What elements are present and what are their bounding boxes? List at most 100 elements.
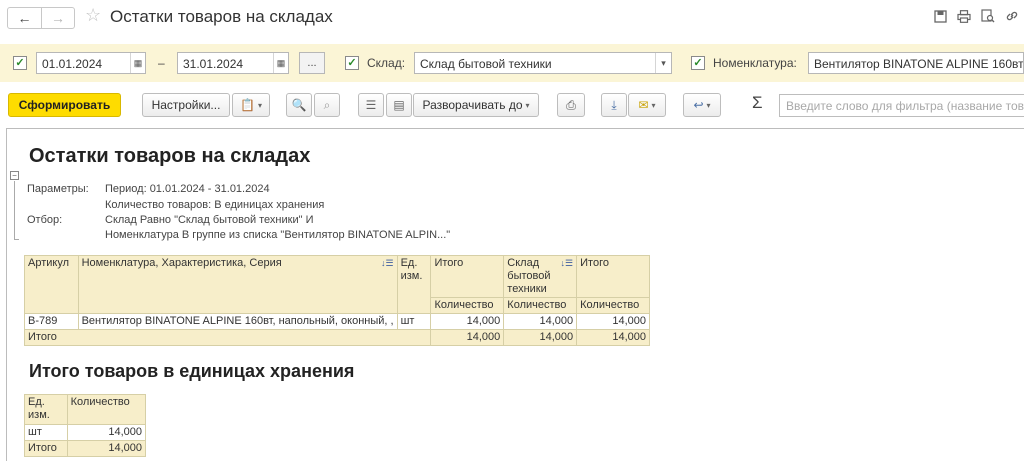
chevron-down-icon: ▾ [651,100,656,110]
undo-icon: ↩ [693,98,704,112]
table-row[interactable]: шт 14,000 [24,424,147,441]
sub-qty-header: Количество [503,297,578,314]
print-icon: ⎙ [566,97,576,112]
forward-arrow-icon[interactable]: → [40,8,74,28]
stock-table: Артикул Номенклатура, Характеристика, Се… [23,255,650,346]
param-period: Период: 01.01.2024 - 31.01.2024 [105,183,270,195]
search-button[interactable]: 🔍 [286,93,312,117]
summary-footer-qty: 14,000 [66,440,147,457]
report-document: − Остатки товаров на складах Параметры: … [6,128,1024,461]
calendar-icon[interactable]: ▦ [273,53,288,73]
cell-article: B-789 [24,313,79,330]
footer-warehouse: 14,000 [503,329,578,346]
print-icon[interactable] [956,8,972,24]
filter-input[interactable]: Введите слово для фильтра (название това… [779,94,1024,117]
calendar-icon[interactable]: ▦ [130,53,145,73]
more-actions-button[interactable]: ↩ ▾ [683,93,721,117]
col-unit-header: Ед. изм. [396,255,432,314]
cell-warehouse: 14,000 [503,313,578,330]
settings-button[interactable]: Настройки... [142,93,230,117]
cell-name: Вентилятор BINATONE ALPINE 160вт, наполь… [77,313,398,330]
clipboard-icon: 📋 [240,98,255,112]
summary-cell-unit: шт [24,424,68,441]
table-footer-row: Итого 14,000 14,000 14,000 [23,329,650,346]
group-button[interactable]: ☰ [358,93,384,117]
sort-icon: ↓☰ [560,258,574,268]
summary-title: Итого товаров в единицах хранения [29,361,355,381]
back-arrow-icon[interactable]: ← [8,8,41,28]
summary-col-unit: Ед. изм. [24,394,68,425]
col-warehouse-label: Склад бытовой техники [507,257,551,295]
generate-button[interactable]: Сформировать [8,93,121,117]
group-bracket [14,181,15,239]
download-icon: ⤓ [611,97,617,112]
table-row[interactable]: B-789 Вентилятор BINATONE ALPINE 160вт, … [24,313,650,330]
col-total-header: Итого [430,255,505,298]
sort-icon: ↓☰ [380,258,394,268]
col-total2-header: Итого [576,255,650,298]
expand-to-label: Разворачивать до [422,98,523,112]
favorite-star-icon[interactable]: ☆ [85,5,101,26]
footer-label: Итого [23,329,432,346]
preview-icon[interactable] [980,8,996,24]
date-dash: – [158,56,165,70]
summary-col-qty: Количество [66,394,147,425]
chevron-down-icon: ▾ [525,100,530,110]
nomenclature-label: Номенклатура: [713,56,797,70]
selection-line-2: Номенклатура В группе из списка "Вентиля… [105,229,451,241]
sum-icon[interactable]: Σ [752,93,763,113]
print-button[interactable]: ⎙ [557,93,585,117]
col-warehouse-header[interactable]: ↓☰ Склад бытовой техники [503,255,578,298]
params-label: Параметры: [27,183,89,195]
nav-buttons: ← → [7,7,75,29]
param-quantity: Количество товаров: В единицах хранения [105,199,325,211]
summary-footer-row: Итого 14,000 [24,440,147,457]
summary-footer-label: Итого [24,440,68,457]
sub-qty-header: Количество [576,297,650,314]
report-toolbar: Сформировать Настройки... 📋 ▾ 🔍 ⌕ ☰ ▤ Раз… [0,93,1024,119]
selection-line-1: Склад Равно "Склад бытовой техники" И [105,214,314,226]
parameters-bar: ✓ 01.01.2024 ▦ – 31.01.2024 ▦ ... ✓ Скла… [0,44,1024,82]
col-name-header[interactable]: Номенклатура, Характеристика, Серия ↓☰ [77,255,398,314]
title-bar: ← → ☆ Остатки товаров на складах [0,0,1024,36]
footer-total2: 14,000 [576,329,650,346]
variant-button[interactable]: 📋 ▾ [232,93,270,117]
report-title: Остатки товаров на складах [29,145,311,167]
window-actions [932,8,1020,24]
group-rows-icon: ☰ [365,98,377,112]
sub-qty-header: Количество [430,297,505,314]
group-bracket-end [14,239,19,240]
search-next-icon: ⌕ [323,97,331,112]
chevron-down-icon: ▾ [257,100,262,110]
summary-table: Ед. изм. Количество шт 14,000 Итого 14,0… [24,394,147,457]
warehouse-checkbox[interactable]: ✓ [345,56,359,70]
selection-label: Отбор: [27,214,63,226]
save-icon[interactable] [932,8,948,24]
chevron-down-icon: ▾ [706,100,711,110]
save-file-button[interactable]: ⤓ [601,93,627,117]
period-checkbox[interactable]: ✓ [13,56,27,70]
chevron-down-icon[interactable]: ▾ [655,53,671,73]
header-button[interactable]: ▤ [386,93,412,117]
search-icon: 🔍 [291,98,307,112]
search-next-button[interactable]: ⌕ [314,93,340,117]
cell-total2: 14,000 [576,313,650,330]
expand-to-button[interactable]: Разворачивать до ▾ [413,93,539,117]
period-select-button[interactable]: ... [299,52,325,74]
nomenclature-checkbox[interactable]: ✓ [691,56,705,70]
window-title: Остатки товаров на складах [110,7,333,26]
cell-total: 14,000 [430,313,505,330]
fixed-header-icon: ▤ [393,98,405,112]
envelope-icon: ✉ [638,98,649,112]
summary-cell-qty: 14,000 [66,424,147,441]
send-email-button[interactable]: ✉ ▾ [628,93,666,117]
warehouse-label: Склад: [367,56,406,70]
col-name-label: Номенклатура, Характеристика, Серия [81,257,282,269]
col-article-header: Артикул [24,255,79,314]
warehouse-select[interactable]: Склад бытовой техники [414,52,672,74]
nomenclature-field[interactable]: Вентилятор BINATONE ALPINE 160вт, наполь… [808,52,1024,74]
footer-total: 14,000 [430,329,505,346]
collapse-group-icon[interactable]: − [10,171,19,180]
cell-unit: шт [396,313,432,330]
link-icon[interactable] [1004,8,1020,24]
